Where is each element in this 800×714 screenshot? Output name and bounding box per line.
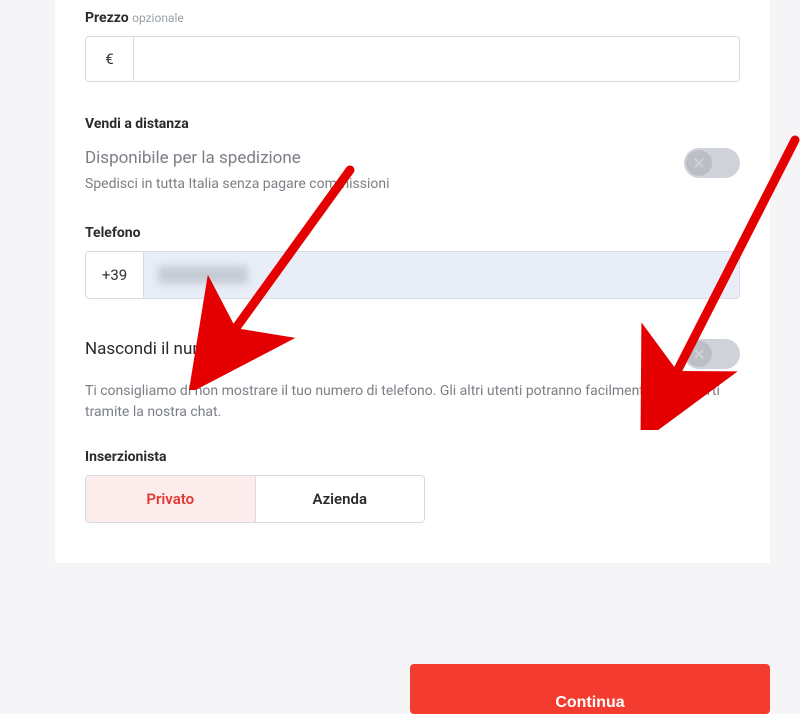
- hide-number-row: Nascondi il numero: [85, 339, 740, 369]
- shipping-desc: Spedisci in tutta Italia senza pagare co…: [85, 174, 664, 195]
- price-input-row: €: [85, 36, 740, 82]
- shipping-text: Disponibile per la spedizione Spedisci i…: [85, 148, 664, 195]
- price-field: Prezzo opzionale €: [85, 0, 740, 82]
- close-icon: [686, 341, 712, 367]
- shipping-title: Disponibile per la spedizione: [85, 148, 664, 168]
- footer: Continua: [410, 664, 770, 714]
- phone-input-row: +39: [85, 251, 740, 299]
- shipping-toggle-row: Disponibile per la spedizione Spedisci i…: [85, 148, 740, 195]
- hide-number-toggle[interactable]: [684, 339, 740, 369]
- price-optional: opzionale: [132, 11, 184, 25]
- advertiser-segment: Privato Azienda: [85, 475, 425, 523]
- hide-number-desc: Ti consigliamo di non mostrare il tuo nu…: [85, 381, 740, 423]
- price-label-text: Prezzo: [85, 10, 129, 26]
- currency-symbol: €: [86, 37, 134, 81]
- phone-label: Telefono: [85, 225, 740, 241]
- phone-value-blurred: [158, 266, 248, 284]
- price-input[interactable]: [134, 37, 739, 81]
- price-label: Prezzo opzionale: [85, 10, 740, 26]
- close-icon: [686, 150, 712, 176]
- segment-private[interactable]: Privato: [86, 476, 255, 522]
- phone-prefix: +39: [86, 252, 144, 298]
- hide-number-text: Nascondi il numero: [85, 339, 664, 369]
- hide-number-title: Nascondi il numero: [85, 339, 664, 359]
- shipping-toggle[interactable]: [684, 148, 740, 178]
- segment-company[interactable]: Azienda: [255, 476, 425, 522]
- advertiser-label: Inserzionista: [85, 449, 740, 465]
- continue-button[interactable]: Continua: [410, 664, 770, 714]
- remote-section-title: Vendi a distanza: [85, 116, 740, 132]
- phone-input[interactable]: [144, 252, 739, 298]
- form-card: Prezzo opzionale € Vendi a distanza Disp…: [55, 0, 770, 563]
